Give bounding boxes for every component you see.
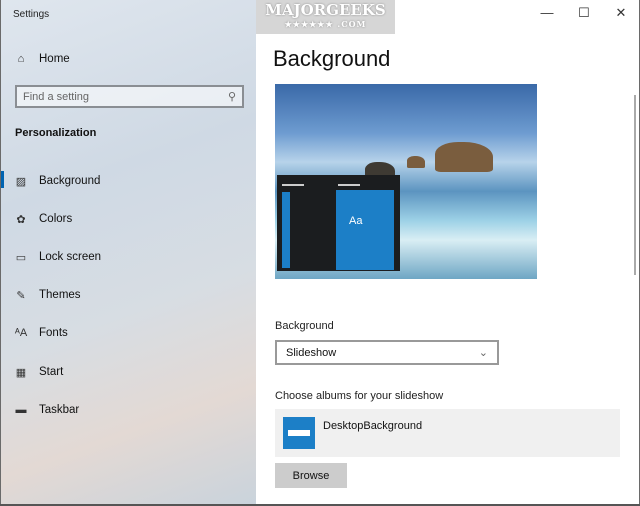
nav-taskbar[interactable]: ▬ Taskbar: [1, 395, 257, 425]
taskbar-icon: ▬: [15, 404, 27, 416]
maximize-button[interactable]: ☐: [569, 5, 599, 23]
page-title: Background: [273, 46, 391, 71]
background-label: Background: [275, 320, 334, 332]
nav-label: Background: [39, 175, 101, 187]
nav-label: Lock screen: [39, 251, 102, 263]
nav-label: Themes: [39, 289, 81, 301]
preview-line: [282, 184, 304, 186]
search-input[interactable]: Find a setting ⚲: [15, 85, 244, 108]
minimize-button[interactable]: —: [532, 5, 562, 23]
background-dropdown[interactable]: Slideshow ⌄: [275, 340, 499, 365]
nav-start[interactable]: ▦ Start: [1, 357, 257, 387]
preview-tile-text: Aa: [349, 215, 363, 227]
folder-icon: [283, 417, 315, 449]
search-icon: ⚲: [227, 91, 236, 103]
nav-home[interactable]: ⌂ Home: [1, 44, 257, 74]
dropdown-value: Slideshow: [286, 346, 337, 359]
preview-tiles: [336, 190, 394, 270]
watermark-logo: MAJORGEEKS ★★★★★★ .COM: [256, 0, 395, 34]
nav-label: Start: [39, 366, 64, 378]
picture-icon: ▨: [15, 175, 27, 188]
albums-label: Choose albums for your slideshow: [275, 390, 444, 402]
search-placeholder: Find a setting: [23, 90, 90, 103]
lock-screen-icon: ▭: [15, 251, 27, 264]
themes-icon: ✎: [16, 289, 26, 302]
nav-themes[interactable]: ✎ Themes: [1, 280, 257, 310]
start-icon: ▦: [15, 366, 27, 379]
watermark-sub: ★★★★★★ .COM: [284, 19, 367, 29]
home-icon: ⌂: [17, 53, 25, 65]
browse-button[interactable]: Browse: [275, 463, 347, 488]
fonts-icon: ᴬA: [14, 327, 28, 339]
background-preview: Aa: [275, 84, 537, 279]
close-button[interactable]: ✕: [606, 5, 636, 23]
nav-label: Colors: [39, 213, 73, 225]
rock: [407, 156, 425, 168]
start-menu-preview: Aa: [277, 175, 400, 271]
rock: [435, 142, 493, 172]
sidebar: Settings ⌂ Home Find a setting ⚲ Personali…: [0, 0, 256, 506]
palette-icon: ✿: [16, 213, 26, 226]
window-title: Settings: [13, 9, 50, 20]
nav-label: Taskbar: [39, 404, 80, 416]
content-pane: MAJORGEEKS ★★★★★★ .COM — ☐ ✕ Background A…: [256, 0, 640, 506]
section-heading: Personalization: [15, 127, 97, 139]
preview-line: [338, 184, 360, 186]
preview-tile-column: [282, 192, 290, 268]
scrollbar[interactable]: [634, 95, 636, 275]
nav-label: Fonts: [39, 327, 68, 339]
nav-lock-screen[interactable]: ▭ Lock screen: [1, 242, 257, 272]
chevron-down-icon: ⌄: [478, 347, 488, 359]
nav-label: Home: [39, 53, 70, 65]
album-item[interactable]: DesktopBackground: [275, 409, 620, 457]
nav-background[interactable]: ▨ Background: [1, 166, 257, 196]
nav-fonts[interactable]: ᴬA Fonts: [1, 318, 257, 348]
album-name: DesktopBackground: [323, 420, 423, 432]
nav-colors[interactable]: ✿ Colors: [1, 204, 257, 234]
